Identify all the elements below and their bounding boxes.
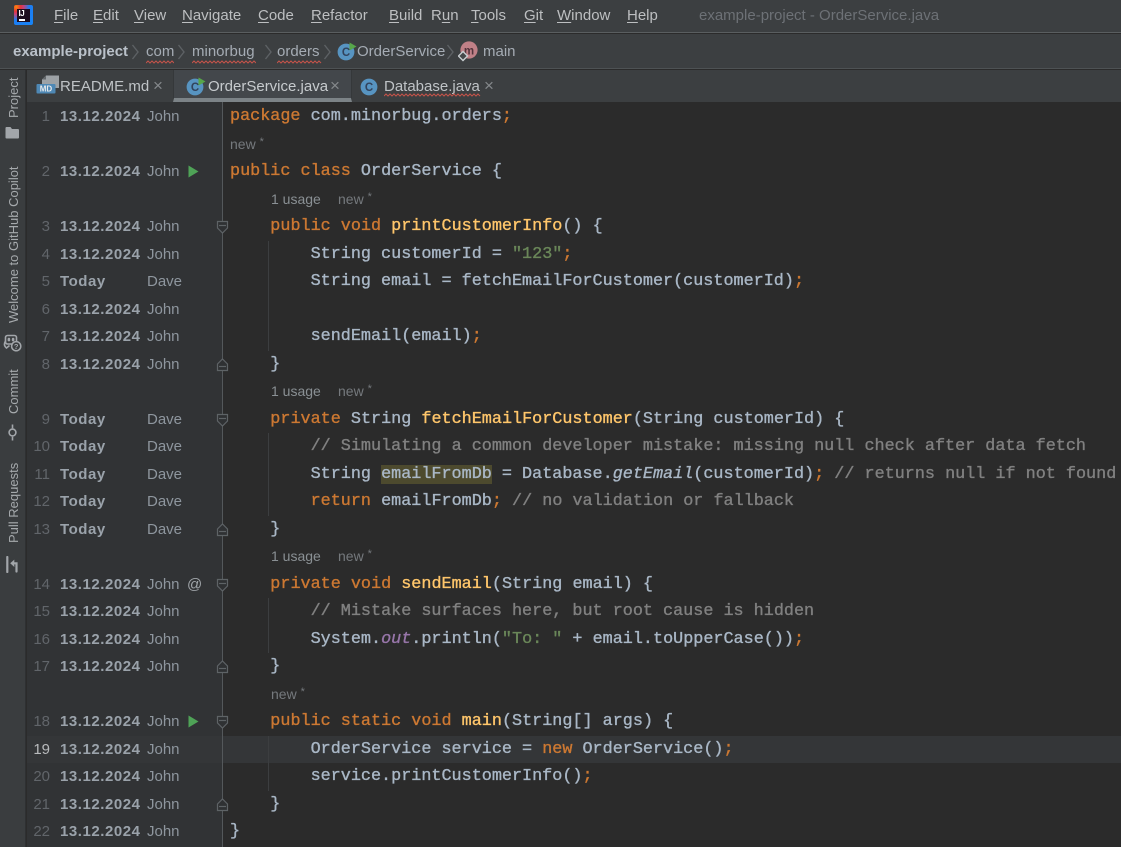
svg-text:C: C: [365, 82, 373, 94]
svg-text:MD: MD: [40, 84, 53, 93]
svg-text:C: C: [191, 82, 199, 94]
svg-text:C: C: [342, 47, 350, 59]
